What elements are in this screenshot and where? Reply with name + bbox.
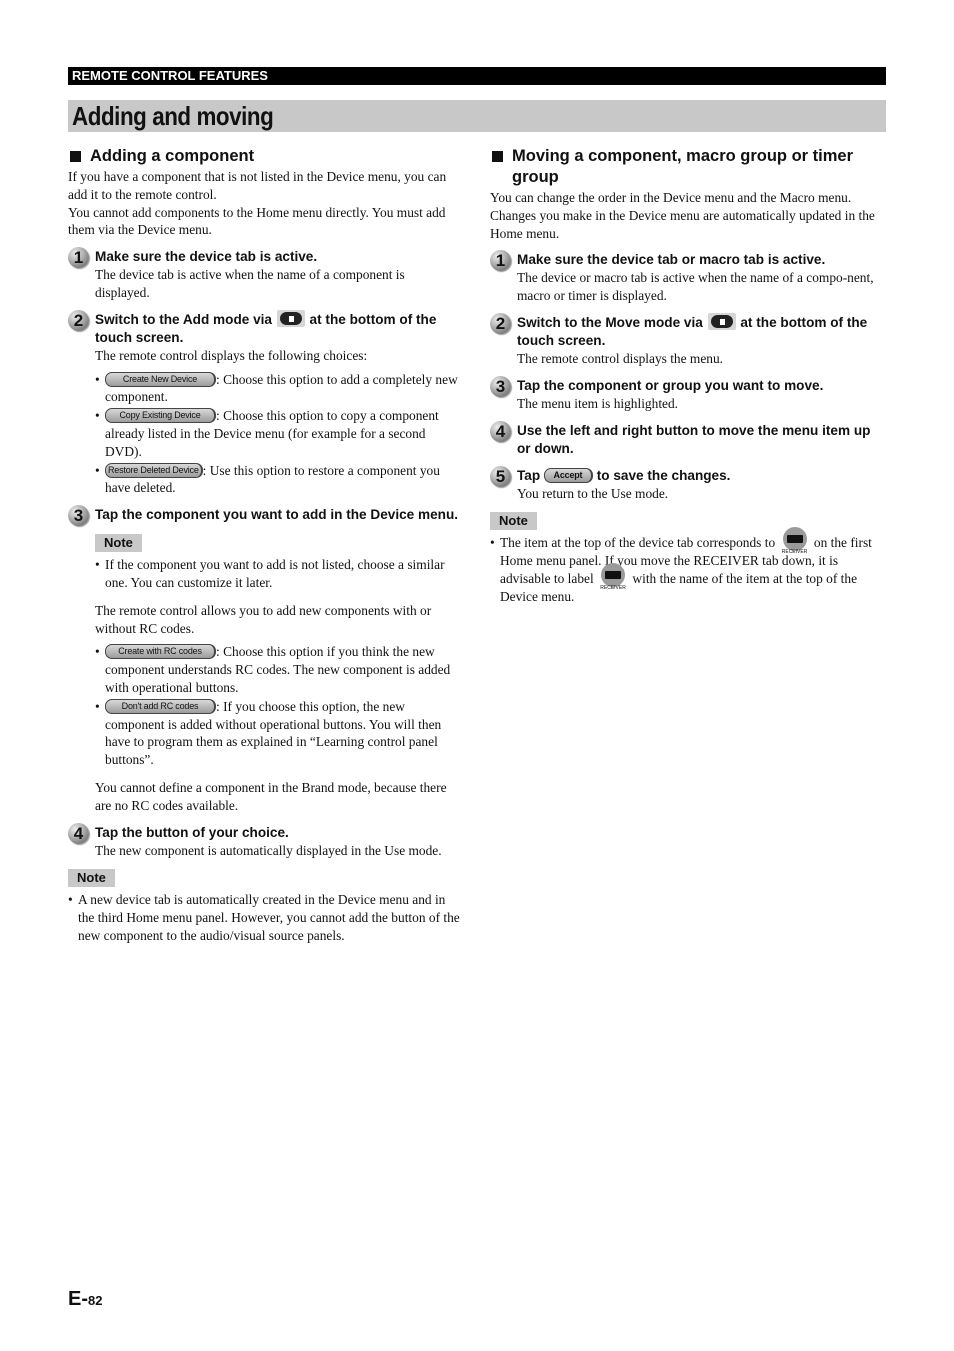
- left-column: Adding a component If you have a compone…: [68, 146, 460, 946]
- step-body: The remote control displays the followin…: [95, 347, 368, 363]
- step-number-icon: 2: [490, 312, 511, 334]
- step-title: Switch to the Add mode via at the bottom…: [95, 310, 437, 345]
- step-1: 1 Make sure the device tab is active. Th…: [68, 247, 460, 302]
- intro-paragraph: You can change the order in the Device m…: [490, 190, 875, 241]
- note-list: The item at the top of the device tab co…: [490, 527, 886, 605]
- square-bullet-icon: [70, 151, 81, 162]
- note-label: Note: [95, 534, 142, 553]
- list-item: Create New Device: Choose this option to…: [95, 371, 460, 407]
- section-heading-adding: Adding a component: [68, 146, 460, 167]
- mode-switch-icon: [707, 313, 736, 331]
- mode-switch-icon: [276, 310, 305, 328]
- right-column: Moving a component, macro group or timer…: [490, 146, 886, 607]
- note-item: The item at the top of the device tab co…: [490, 527, 886, 605]
- step-title: Switch to the Move mode via at the botto…: [517, 313, 868, 348]
- step-5: 5 Tap Accept to save the changes. You re…: [490, 465, 886, 503]
- title-bar: Adding and moving: [68, 100, 886, 132]
- note-list: If the component you want to add is not …: [95, 556, 460, 592]
- step-title: Tap Accept to save the changes.: [517, 467, 731, 483]
- step-title: Make sure the device tab or macro tab is…: [517, 252, 826, 268]
- restore-deleted-device-button: Restore Deleted Device: [105, 462, 203, 478]
- note-list: A new device tab is automatically create…: [68, 891, 460, 944]
- step-paragraph: The remote control allows you to add new…: [95, 602, 432, 636]
- list-item: Copy Existing Device: Choose this option…: [95, 407, 460, 460]
- create-new-device-button: Create New Device: [105, 371, 216, 387]
- intro-paragraph: You cannot add components to the Home me…: [68, 204, 446, 238]
- step-title: Tap the component or group you want to m…: [517, 377, 824, 393]
- step-title: Tap the component you want to add in the…: [95, 507, 459, 523]
- step-2: 2 Switch to the Move mode via at the bot…: [490, 312, 886, 368]
- step-body: You return to the Use mode.: [517, 485, 669, 501]
- step-number-icon: 3: [490, 375, 511, 397]
- option-list: Create New Device: Choose this option to…: [95, 371, 460, 498]
- step-body: The device tab is active when the name o…: [95, 267, 405, 300]
- step-title: Make sure the device tab is active.: [95, 249, 318, 265]
- receiver-icon: RECEIVER: [781, 527, 809, 555]
- step-number-icon: 2: [68, 309, 89, 331]
- accept-button: Accept: [543, 467, 593, 483]
- step-number-icon: 1: [68, 247, 89, 269]
- step-body: The device or macro tab is active when t…: [517, 270, 874, 304]
- note-item: A new device tab is automatically create…: [68, 891, 460, 944]
- step-4: 4 Use the left and right button to move …: [490, 420, 886, 458]
- list-item: Don't add RC codes: If you choose this o…: [95, 698, 460, 769]
- note-label: Note: [68, 869, 115, 888]
- step-body: The new component is automatically displ…: [95, 842, 442, 858]
- section-header: REMOTE CONTROL FEATURES: [68, 67, 886, 85]
- step-number-icon: 4: [68, 822, 89, 844]
- note-item: If the component you want to add is not …: [95, 556, 460, 592]
- receiver-icon: RECEIVER: [599, 562, 627, 591]
- dont-add-rc-codes-button: Don't add RC codes: [105, 698, 216, 714]
- step-4: 4 Tap the button of your choice. The new…: [68, 822, 460, 860]
- page-number: E-82: [68, 1288, 103, 1310]
- option-list: Create with RC codes: Choose this option…: [95, 643, 460, 769]
- step-2: 2 Switch to the Add mode via at the bott…: [68, 309, 460, 498]
- step-number-icon: 3: [68, 505, 89, 527]
- step-number-icon: 1: [490, 250, 511, 272]
- note-label: Note: [490, 512, 537, 531]
- copy-existing-device-button: Copy Existing Device: [105, 408, 216, 424]
- section-heading-moving: Moving a component, macro group or timer…: [490, 146, 886, 188]
- step-3: 3 Tap the component you want to add in t…: [68, 505, 460, 814]
- step-title: Tap the button of your choice.: [95, 824, 289, 840]
- intro-paragraph: If you have a component that is not list…: [68, 169, 447, 202]
- step-1: 1 Make sure the device tab or macro tab …: [490, 250, 886, 305]
- step-paragraph: You cannot define a component in the Bra…: [95, 779, 447, 813]
- step-number-icon: 5: [490, 465, 511, 487]
- list-item: Restore Deleted Device: Use this option …: [95, 462, 460, 498]
- page-title: Adding and moving: [72, 101, 274, 131]
- step-body: The menu item is highlighted.: [517, 395, 679, 411]
- step-body: The remote control displays the menu.: [517, 350, 724, 366]
- create-with-rc-codes-button: Create with RC codes: [105, 644, 216, 660]
- step-title: Use the left and right button to move th…: [517, 422, 871, 456]
- step-3: 3 Tap the component or group you want to…: [490, 375, 886, 413]
- square-bullet-icon: [492, 151, 503, 162]
- list-item: Create with RC codes: Choose this option…: [95, 643, 460, 696]
- step-number-icon: 4: [490, 420, 511, 442]
